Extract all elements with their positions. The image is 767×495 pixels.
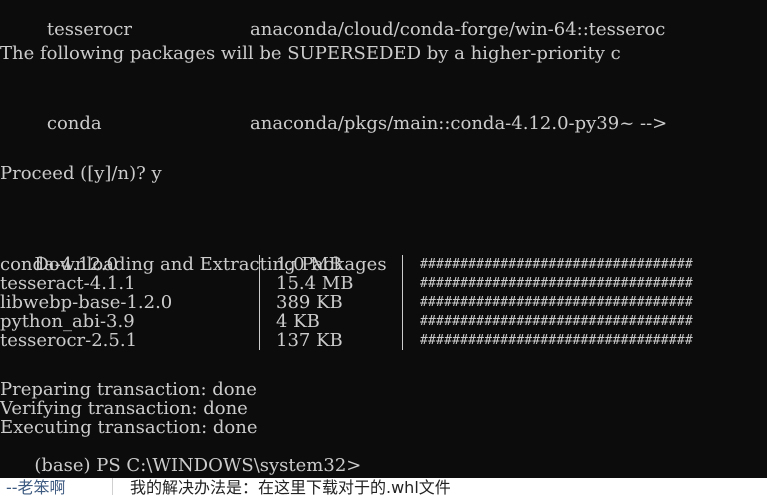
progress-bar: ##################################	[420, 276, 693, 291]
package-channel-path: anaconda/pkgs/main::conda-4.12.0-py39~ -…	[250, 113, 668, 134]
package-name: tesserocr	[46, 19, 133, 40]
package-progress-row: conda-4.12.0 1.0 MB ####################…	[0, 254, 693, 275]
package-progress-row: python_abi-3.9 4 KB ####################…	[0, 311, 693, 332]
downloading-header: Downloading and Extracting Packages	[0, 236, 386, 274]
column-separator	[402, 293, 403, 312]
superseded-notice: The following packages will be SUPERSEDE…	[0, 43, 621, 64]
column-separator	[402, 255, 403, 274]
column-separator	[259, 274, 260, 293]
transaction-status-line: Preparing transaction: done	[0, 379, 257, 400]
package-progress-row: libwebp-base-1.2.0 389 KB ##############…	[0, 292, 693, 313]
package-name: tesserocr-2.5.1	[0, 330, 138, 351]
package-name: tesseract-4.1.1	[0, 273, 136, 294]
package-name: conda-4.12.0	[0, 254, 119, 275]
comment-divider	[112, 478, 113, 495]
transaction-status-line: Verifying transaction: done	[0, 398, 248, 419]
transaction-status-block: Preparing transaction: done Verifying tr…	[0, 379, 361, 475]
column-separator	[402, 312, 403, 331]
package-size: 1.0 MB	[276, 254, 343, 275]
package-name: libwebp-base-1.2.0	[0, 292, 173, 313]
column-separator	[259, 312, 260, 331]
package-size: 4 KB	[276, 311, 320, 332]
package-size: 15.4 MB	[276, 273, 354, 294]
download-progress-block: Downloading and Extracting Packages cond…	[0, 236, 693, 351]
package-name: python_abi-3.9	[0, 311, 135, 332]
column-separator	[259, 293, 260, 312]
shell-prompt[interactable]: (base) PS C:\WINDOWS\system32>	[0, 437, 361, 475]
comment-text: 我的解决办法是：在这里下载对于的.whl文件	[130, 478, 451, 495]
progress-bar: ##################################	[420, 295, 693, 310]
progress-bar: ##################################	[420, 314, 693, 329]
column-separator	[402, 331, 403, 350]
package-name: conda	[46, 113, 102, 134]
column-separator	[402, 274, 403, 293]
transaction-status-line: Executing transaction: done	[0, 417, 258, 438]
comment-username[interactable]: --老笨啊	[6, 478, 66, 495]
proceed-prompt: Proceed ([y]/n)? y	[0, 163, 162, 184]
shell-prompt-text: (base) PS C:\WINDOWS\system32>	[34, 455, 362, 476]
package-size: 137 KB	[276, 330, 343, 351]
package-progress-row: tesseract-4.1.1 15.4 MB ################…	[0, 273, 693, 294]
progress-bar: ##################################	[420, 257, 693, 272]
comment-bar: --老笨啊 我的解决办法是：在这里下载对于的.whl文件	[0, 478, 767, 495]
progress-bar: ##################################	[420, 333, 693, 348]
column-separator	[259, 255, 260, 274]
package-size: 389 KB	[276, 292, 343, 313]
package-channel-path: anaconda/cloud/conda-forge/win-64::tesse…	[250, 19, 666, 40]
column-separator	[259, 331, 260, 350]
terminal-window[interactable]: tesserocr anaconda/cloud/conda-forge/win-…	[0, 0, 767, 478]
package-progress-row: tesserocr-2.5.1 137 KB #################…	[0, 330, 693, 351]
terminal-line-superseded-package: conda anaconda/pkgs/main::conda-4.12.0-py…	[24, 91, 667, 157]
